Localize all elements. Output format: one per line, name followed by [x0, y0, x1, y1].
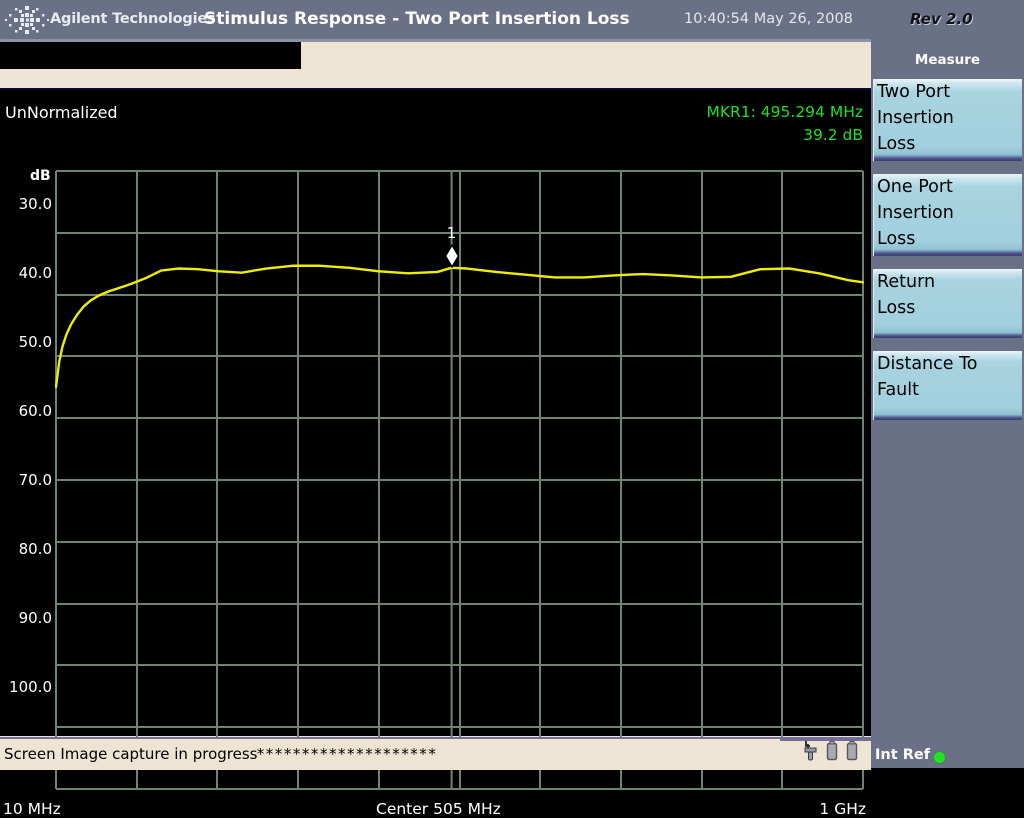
softkey-panel-title: Measure — [914, 52, 981, 68]
power-plug-icon — [804, 741, 817, 761]
clock-datetime: 10:40:54 May 26, 2008 — [684, 11, 853, 27]
softkey-label: Two Port — [877, 82, 951, 102]
y-axis-tick: 30.0 — [18, 195, 52, 214]
y-axis-tick-labels: 30.040.050.060.070.080.090.0100.0110.0 — [0, 170, 55, 790]
y-axis-tick: 50.0 — [18, 333, 52, 352]
status-bar: Screen Image capture in progress *******… — [0, 737, 871, 770]
softkey-label: Loss — [877, 229, 916, 249]
normalization-status: UnNormalized — [5, 103, 118, 122]
title-bar: Agilent Technologies Stimulus Response -… — [0, 0, 1024, 39]
y-axis-tick: 90.0 — [18, 608, 52, 627]
softkey-2[interactable]: Return Loss — [873, 269, 1022, 338]
softkey-label: Loss — [877, 134, 916, 154]
status-progress: ******************** — [256, 745, 437, 763]
agilent-logo-icon — [5, 6, 49, 34]
reference-source-label: Int Ref — [875, 747, 931, 763]
softkey-label: Fault — [877, 380, 919, 400]
instrument-screen: Agilent Technologies Stimulus Response -… — [0, 0, 1024, 818]
x-axis-start-label: 10 MHz — [3, 800, 61, 818]
y-axis-tick: 60.0 — [18, 402, 52, 421]
battery-icon — [846, 741, 858, 761]
marker-number-label: 1 — [446, 223, 457, 242]
softkey-panel: Measure Two Port Insertion Loss One Port Ins… — [871, 42, 1024, 768]
softkey-label: Loss — [877, 298, 916, 318]
page-title: Stimulus Response - Two Port Insertion L… — [204, 9, 630, 29]
y-axis-tick: 70.0 — [18, 471, 52, 489]
softkey-label: One Port — [877, 177, 953, 197]
reference-lock-led-icon — [934, 752, 945, 763]
y-axis-tick: 80.0 — [18, 539, 52, 558]
softkey-label: Insertion — [877, 203, 954, 223]
y-axis-tick: 40.0 — [18, 264, 52, 283]
softkey-label: Distance To — [877, 354, 978, 374]
status-message: Screen Image capture in progress — [4, 745, 258, 763]
softkey-0[interactable]: Two Port Insertion Loss — [873, 79, 1022, 161]
marker-frequency-readout: MKR1: 495.294 MHz — [706, 103, 863, 121]
active-entry-box[interactable] — [0, 42, 301, 69]
x-axis-stop-label: 1 GHz — [819, 800, 866, 818]
marker-amplitude-readout: 39.2 dB — [803, 126, 863, 144]
softkey-label: Return — [877, 272, 936, 292]
marker-diamond-icon[interactable] — [443, 243, 460, 268]
softkey-label: Insertion — [877, 108, 954, 128]
softkey-1[interactable]: One Port Insertion Loss — [873, 174, 1022, 256]
measurement-display: UnNormalized MKR1: 495.294 MHz 39.2 dB d… — [0, 88, 871, 818]
brand-name: Agilent Technologies — [50, 11, 216, 27]
y-axis-tick: 100.0 — [9, 677, 52, 696]
softkey-3[interactable]: Distance To Fault — [873, 351, 1022, 420]
x-axis-center-label: Center 505 MHz — [376, 800, 501, 818]
revision-label: Rev 2.0 — [910, 10, 973, 28]
battery-icon — [826, 741, 838, 761]
status-icon-group — [804, 741, 858, 761]
